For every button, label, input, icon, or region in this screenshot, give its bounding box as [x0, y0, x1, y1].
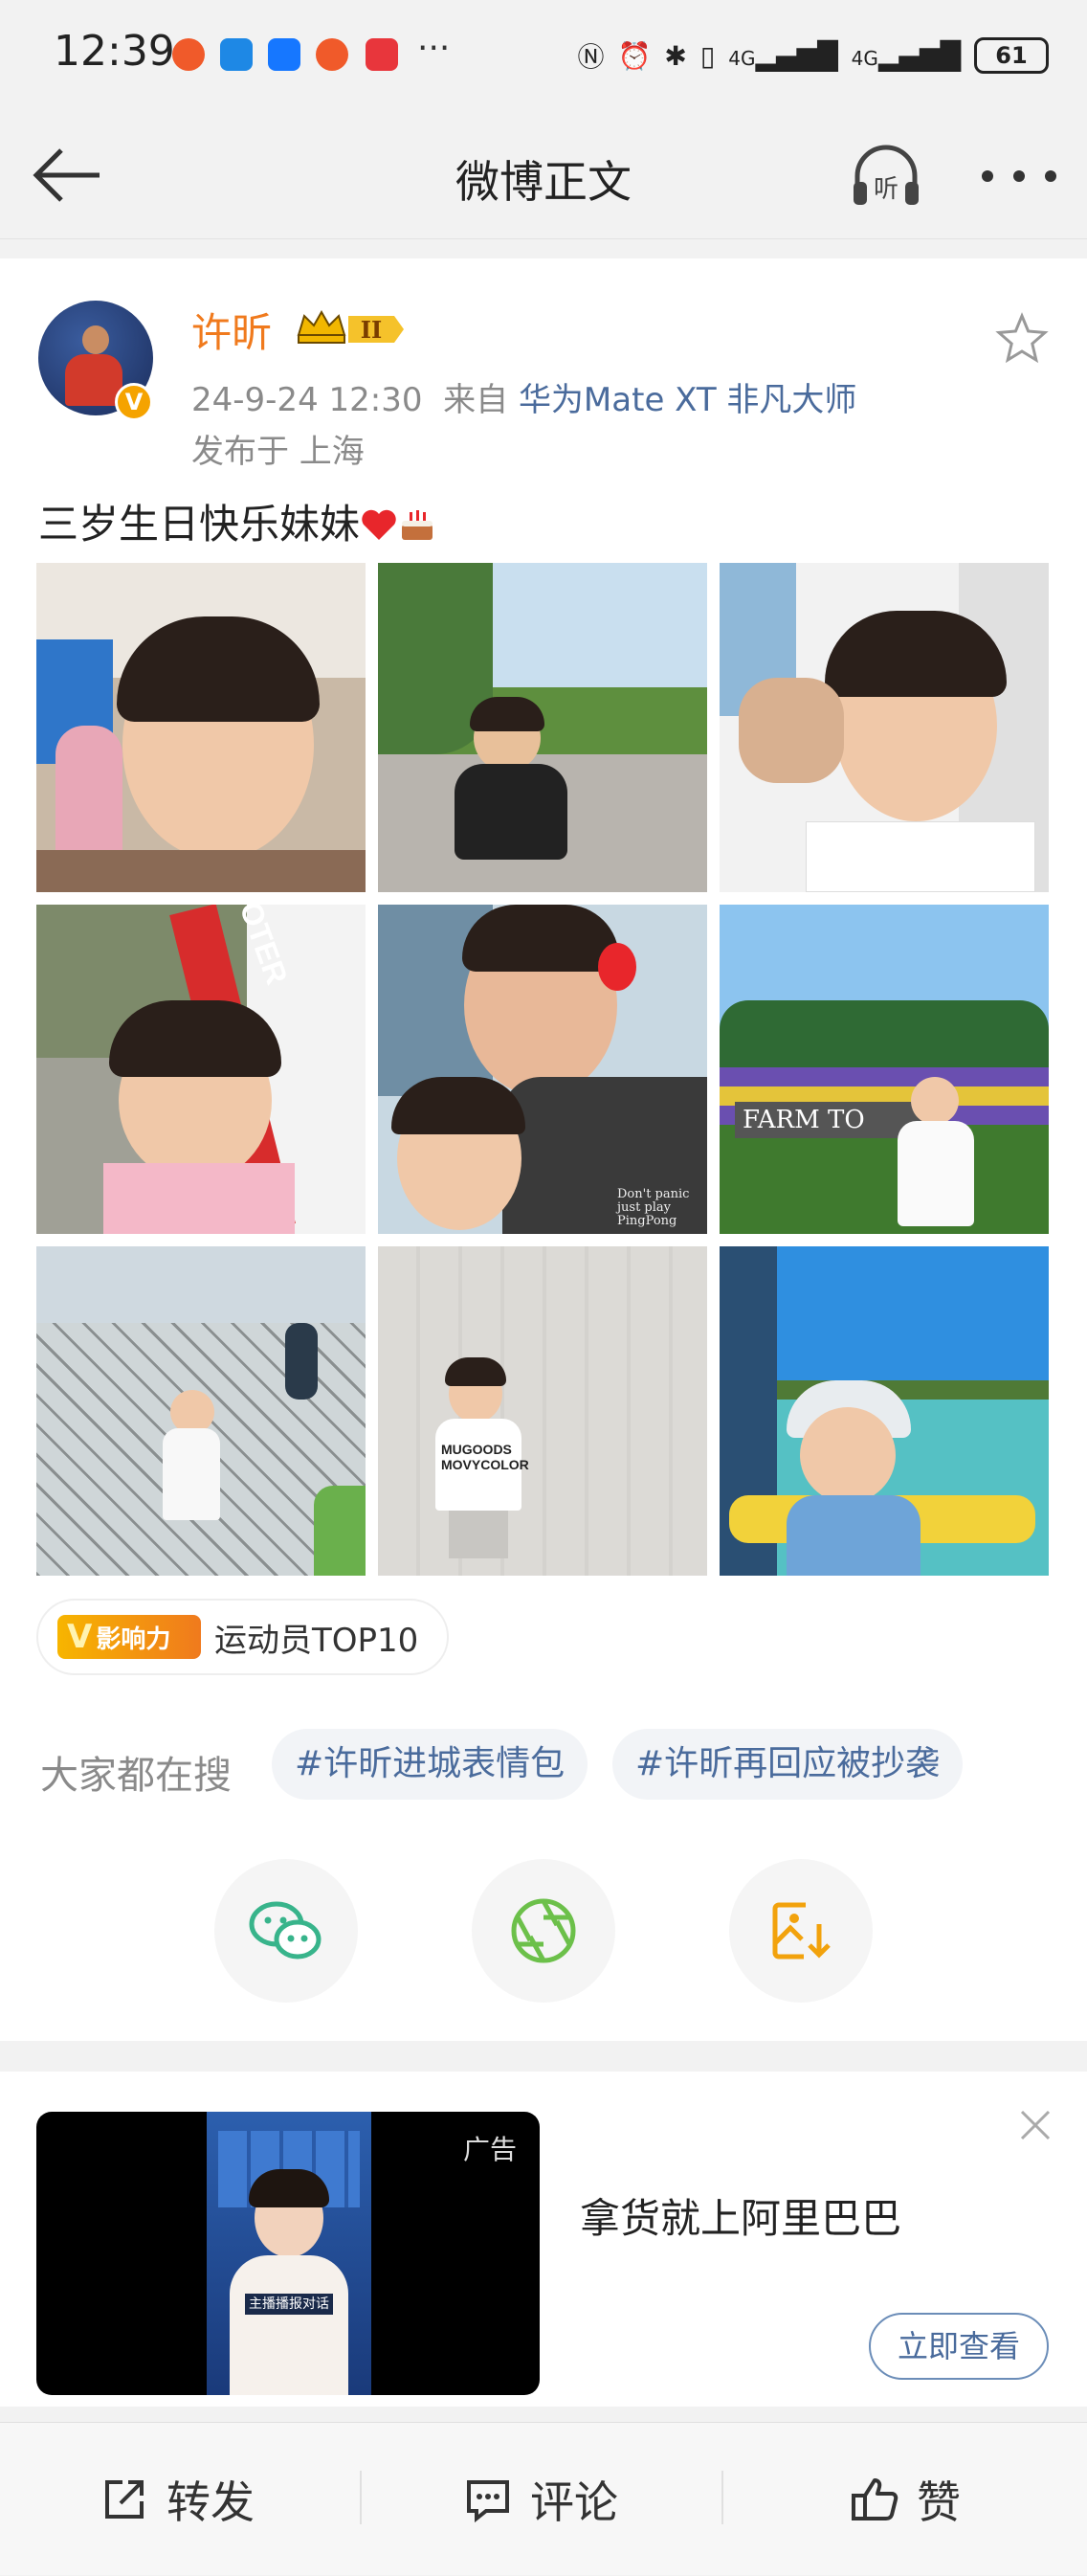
divider [721, 2471, 723, 2524]
trending-chip-1[interactable]: #许昕进城表情包 [272, 1729, 588, 1800]
comment-button[interactable]: 评论 [463, 2423, 618, 2576]
close-icon[interactable] [1014, 2104, 1056, 2146]
avatar-head [82, 325, 109, 354]
photo-2[interactable] [378, 563, 707, 892]
nav-bar: 微博正文 听 [0, 113, 1087, 239]
photo-8[interactable]: MUGOODS MOVYCOLOR [378, 1246, 707, 1576]
influence-badge-label: 影响力 [96, 1624, 171, 1654]
more-options-icon[interactable] [976, 142, 1062, 211]
ad-tag: 广告 [462, 2134, 517, 2165]
listen-headphone-icon[interactable]: 听 [848, 142, 924, 211]
photo-grid: OOTER Don't panic just play PingPong FAR… [36, 563, 1049, 1576]
share-moments-button[interactable] [472, 1859, 615, 2003]
photo-1[interactable] [36, 563, 366, 892]
ad-cta-button[interactable]: 立即查看 [869, 2313, 1049, 2380]
weibo-app-icon-2 [316, 38, 348, 71]
alarm-icon: ⏰ [617, 39, 652, 72]
comment-label: 评论 [530, 2476, 618, 2528]
battery-level: 61 [995, 42, 1028, 69]
share-wechat-button[interactable] [214, 1859, 358, 2003]
trending-search-label: 大家都在搜 [40, 1754, 232, 1798]
photo-7[interactable] [36, 1246, 366, 1576]
status-more: ··· [417, 29, 451, 68]
ad-video[interactable]: 主播播报对话 广告 [36, 2112, 540, 2395]
battery-icon: 61 [974, 37, 1049, 74]
save-image-button[interactable] [729, 1859, 873, 2003]
photo-5[interactable]: Don't panic just play PingPong [378, 905, 707, 1234]
post-meta: 24-9-24 12:30 来自 华为Mate XT 非凡大师 [191, 373, 856, 420]
ad-presenter-hair [249, 2169, 329, 2207]
ad-video-caption: 主播播报对话 [245, 2294, 333, 2315]
message-app-icon [220, 38, 253, 71]
photo-4[interactable]: OOTER [36, 905, 366, 1234]
bottom-action-bar: 转发 评论 赞 [0, 2422, 1087, 2575]
network-label: 4G [728, 46, 756, 70]
photo-3[interactable] [720, 563, 1049, 892]
photo-9[interactable] [720, 1246, 1049, 1576]
avatar-shirt [65, 354, 122, 406]
cake-emoji-icon [402, 510, 433, 540]
post-text: 三岁生日快乐妹妹 [38, 492, 436, 550]
like-button[interactable]: 赞 [850, 2423, 961, 2576]
photo-8-text: MUGOODS MOVYCOLOR [441, 1442, 529, 1472]
photo-6[interactable]: FARM TO [720, 905, 1049, 1234]
status-bar: 12:39 ··· Ⓝ ⏰ ✱ ▯ 4G▂▄▆█ 4G▂▄▆█ 61 [0, 0, 1087, 113]
repost-label: 转发 [166, 2476, 255, 2528]
like-label: 赞 [917, 2476, 961, 2528]
ad-card[interactable]: 主播播报对话 广告 拿货就上阿里巴巴 立即查看 [0, 2072, 1087, 2407]
listen-label: 听 [874, 175, 898, 204]
influence-v-icon: V 影响力 [57, 1615, 201, 1659]
influence-text: 运动员TOP10 [214, 1621, 419, 1660]
ad-presenter-body [230, 2255, 348, 2395]
nfc-icon: Ⓝ [577, 41, 605, 73]
weibo-app-icon [172, 38, 205, 71]
comment-icon [467, 2480, 509, 2523]
network-label-2: 4G [851, 46, 878, 70]
alipay-app-icon [268, 38, 300, 71]
save-image-icon [772, 1902, 831, 1960]
divider [360, 2471, 362, 2524]
trending-chip-2[interactable]: #许昕再回应被抄袭 [612, 1729, 964, 1800]
influence-badge[interactable]: V 影响力 运动员TOP10 [36, 1599, 450, 1675]
moments-shutter-icon [511, 1898, 576, 1963]
signal-icon-2: 4G▂▄▆█ [851, 39, 961, 72]
favorite-star-icon[interactable] [995, 312, 1049, 366]
repost-icon [105, 2480, 144, 2519]
post-date: 24-9-24 12:30 [191, 381, 423, 419]
vip-crown-icon[interactable]: II [295, 306, 410, 348]
source-prefix: 来自 [443, 381, 509, 419]
farm-sign: FARM TO [735, 1102, 926, 1138]
heart-emoji-icon [362, 509, 396, 540]
red-app-icon [366, 38, 398, 71]
thumbs-up-icon [852, 2478, 898, 2520]
vip-level: II [361, 316, 382, 344]
signal-icon: 4G▂▄▆█ [728, 39, 838, 72]
verified-badge-icon: V [115, 383, 153, 421]
photo-5-text: Don't panic just play PingPong [617, 1187, 690, 1228]
status-indicators: Ⓝ ⏰ ✱ ▯ 4G▂▄▆█ 4G▂▄▆█ 61 [577, 34, 1049, 77]
ad-title[interactable]: 拿货就上阿里巴巴 [580, 2186, 901, 2245]
post-text-content: 三岁生日快乐妹妹 [38, 501, 361, 548]
post-location: 发布于 上海 [191, 433, 365, 471]
post-card: V 许昕 II 24-9-24 12:30 来自 华为Mate XT 非凡大师 … [0, 258, 1087, 2041]
author-name[interactable]: 许昕 [191, 301, 272, 359]
ad-video-frame: 主播播报对话 [207, 2112, 371, 2395]
status-time: 12:39 [54, 27, 175, 76]
vibrate-icon: ▯ [699, 39, 716, 72]
bluetooth-icon: ✱ [664, 39, 687, 72]
wechat-icon [249, 1901, 322, 1960]
repost-button[interactable]: 转发 [100, 2423, 255, 2576]
post-source[interactable]: 华为Mate XT 非凡大师 [519, 381, 857, 419]
